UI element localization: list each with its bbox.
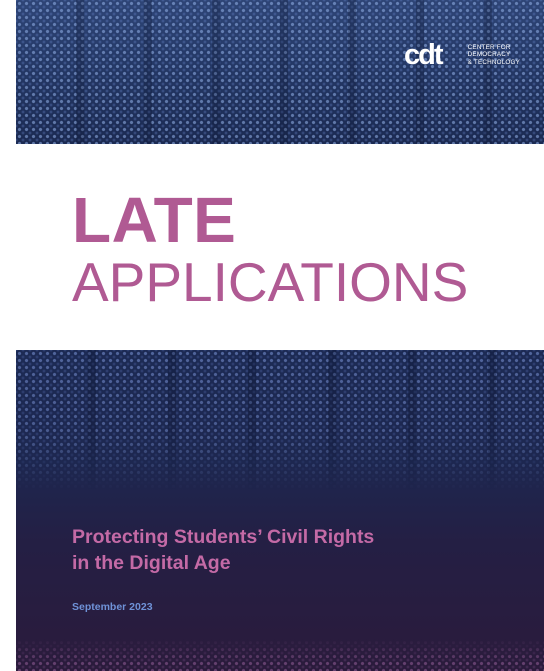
cdt-logo-mark-text: cdt	[404, 40, 444, 70]
title-line-1: LATE	[72, 184, 237, 256]
cdt-logo-mark: cdt	[404, 40, 446, 70]
cdt-logo-wordmark: CENTER FOR DEMOCRACY & TECHNOLOGY	[468, 44, 520, 66]
dot-pattern-upper	[16, 350, 544, 490]
title-line-2: APPLICATIONS	[72, 251, 469, 313]
dot-pattern-lower	[16, 639, 544, 671]
report-cover: cdt CENTER FOR DEMOCRACY & TECHNOLOGY LA…	[0, 0, 544, 671]
top-pattern-band: cdt CENTER FOR DEMOCRACY & TECHNOLOGY	[16, 0, 544, 144]
bottom-pattern-band: Protecting Students’ Civil Rights in the…	[16, 350, 544, 671]
cdt-logo: cdt CENTER FOR DEMOCRACY & TECHNOLOGY	[404, 40, 520, 70]
logo-line-3: & TECHNOLOGY	[467, 58, 520, 66]
subtitle-line-2: in the Digital Age	[72, 552, 231, 574]
title-panel: LATE APPLICATIONS	[16, 144, 544, 350]
logo-line-2: DEMOCRACY	[467, 51, 511, 59]
logo-line-1: CENTER FOR	[467, 44, 511, 52]
report-subtitle: Protecting Students’ Civil Rights in the…	[72, 524, 512, 576]
page-margin	[0, 0, 16, 671]
publication-date: September 2023	[72, 601, 153, 613]
subtitle-line-1: Protecting Students’ Civil Rights	[72, 526, 375, 548]
